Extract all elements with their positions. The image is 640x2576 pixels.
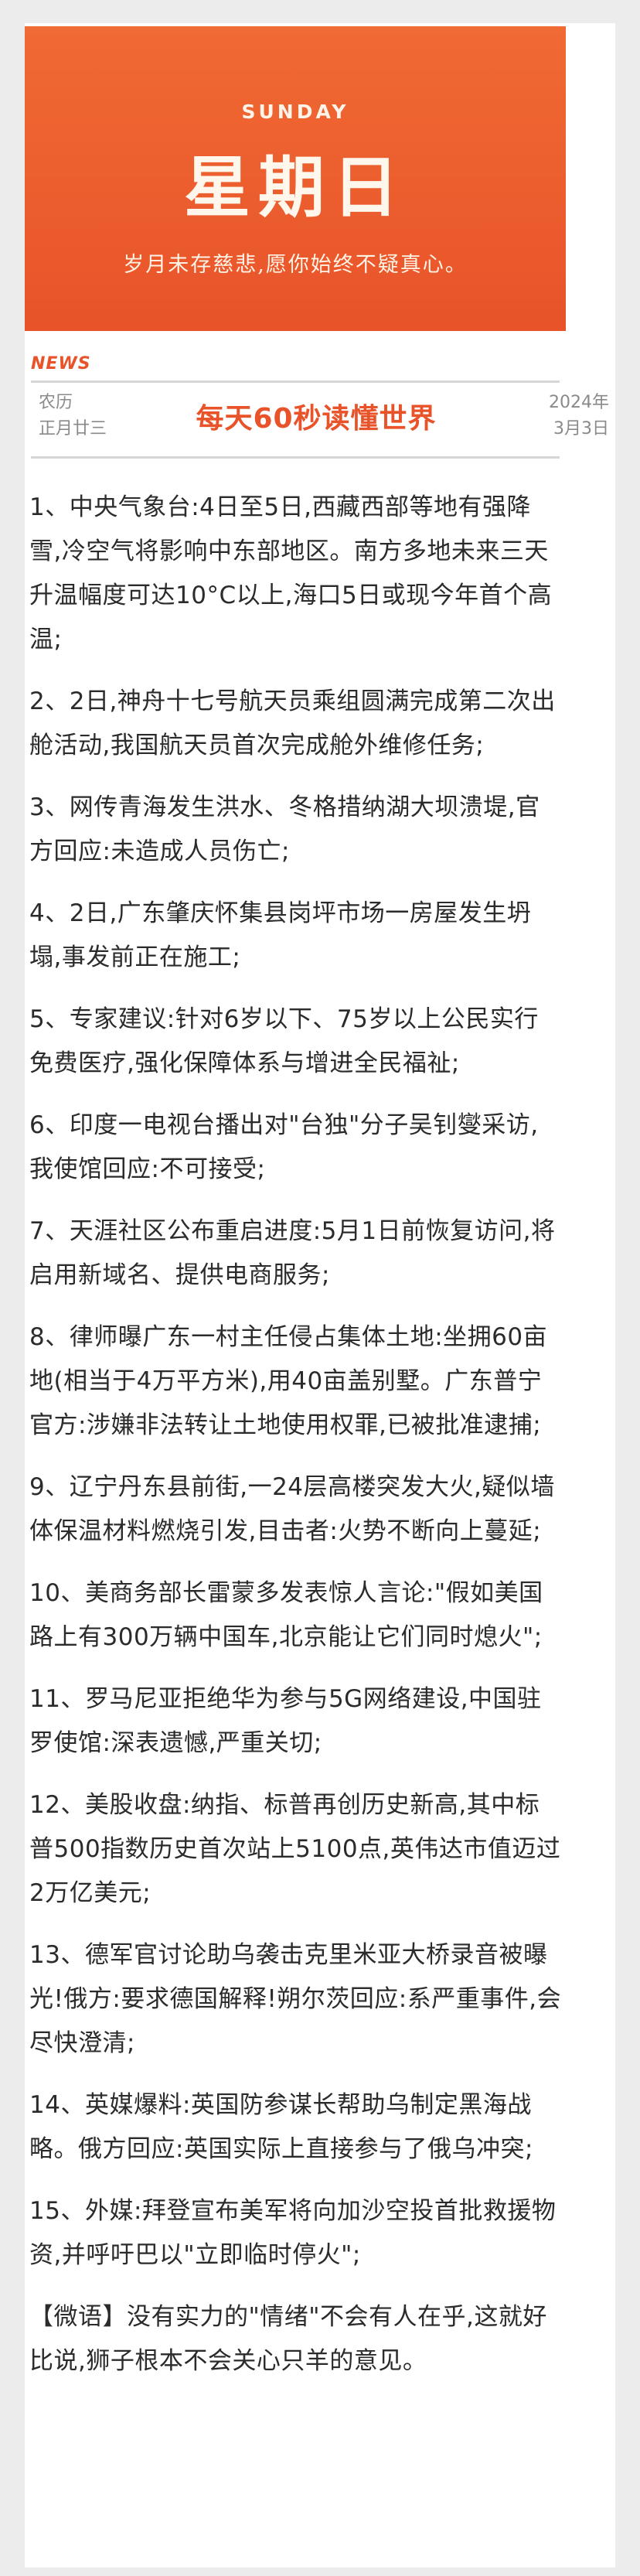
news-item: 12、美股收盘:纳指、标普再创历史新高,其中标普500指数历史首次站上5100点… — [29, 1791, 561, 1907]
news-item: 5、专家建议:针对6岁以下、75岁以上公民实行免费医疗,强化保障体系与增进全民福… — [29, 1005, 539, 1077]
lunar-date: 正月廿三 — [39, 419, 107, 438]
news-item: 3、网传青海发生洪水、冬格措纳湖大坝溃堤,官方回应:未造成人员伤亡; — [29, 793, 540, 865]
lunar-date-block: 农历 正月廿三 — [39, 390, 124, 442]
news-list: 1、中央气象台:4日至5日,西藏西部等地有强降雪,冷空气将影响中东部地区。南方多… — [29, 486, 563, 2401]
news-item: 7、天涯社区公布重启进度:5月1日前恢复访问,将启用新域名、提供电商服务; — [29, 1217, 556, 1289]
news-label: NEWS — [31, 354, 91, 374]
banner-day-en: SUNDAY — [241, 101, 349, 123]
news-item: 10、美商务部长雷蒙多发表惊人言论:"假如美国路上有300万辆中国车,北京能让它… — [29, 1579, 543, 1651]
banner-day-cn: 星期日 — [184, 148, 407, 227]
masthead-title: 每天60秒读懂世界 — [196, 403, 437, 435]
divider-bottom — [31, 456, 560, 459]
news-item: 2、2日,神舟十七号航天员乘组圆满完成第二次出舱活动,我国航天员首次完成舱外维修… — [29, 688, 556, 759]
header-banner: SUNDAY 星期日 岁月未存慈悲,愿你始终不疑真心。 — [25, 26, 566, 331]
news-item: 11、罗马尼亚拒绝华为参与5G网络建设,中国驻罗使馆:深表遗憾,严重关切; — [29, 1685, 542, 1757]
news-item: 14、英媒爆料:英国防参谋长帮助乌制定黑海战略。俄方回应:英国实际上直接参与了俄… — [29, 2091, 533, 2163]
gregorian-date-block: 2024年 3月3日 — [493, 390, 609, 442]
date-day: 3月3日 — [553, 419, 609, 438]
news-item: 4、2日,广东肇庆怀集县岗坪市场一房屋发生坍塌,事发前正在施工; — [29, 899, 532, 971]
daily-quote: 【微语】没有实力的"情绪"不会有人在乎,这就好比说,狮子根本不会关心只羊的意见。 — [29, 2303, 547, 2375]
date-year: 2024年 — [549, 393, 609, 412]
news-item: 1、中央气象台:4日至5日,西藏西部等地有强降雪,冷空气将影响中东部地区。南方多… — [29, 493, 553, 653]
lunar-label: 农历 — [39, 393, 73, 412]
divider-top — [31, 380, 560, 383]
news-item: 6、印度一电视台播出对"台独"分子吴钊燮采访,我使馆回应:不可接受; — [29, 1111, 539, 1183]
banner-motto: 岁月未存慈悲,愿你始终不疑真心。 — [123, 253, 468, 277]
news-item: 15、外媒:拜登宣布美军将向加沙空投首批救援物资,并呼吁巴以"立即临时停火"; — [29, 2197, 557, 2269]
news-item: 13、德军官讨论助乌袭击克里米亚大桥录音被曝光!俄方:要求德国解释!朔尔茨回应:… — [29, 1941, 562, 2057]
news-item: 9、辽宁丹东县前街,一24层高楼突发大火,疑似墙体保温材料燃烧引发,目击者:火势… — [29, 1473, 555, 1545]
news-item: 8、律师曝广东一村主任侵占集体土地:坐拥60亩地(相当于4万平方米),用40亩盖… — [29, 1323, 548, 1439]
